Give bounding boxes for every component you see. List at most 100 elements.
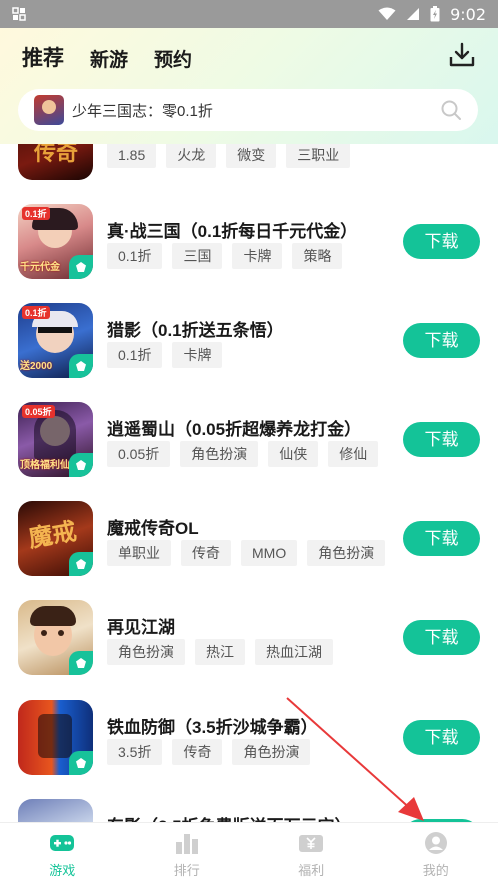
game-title: 逍遥蜀山（0.05折超爆养龙打金）	[107, 420, 362, 439]
list-item[interactable]: 传奇 1.85 火龙 微变 三职业 下载	[0, 144, 498, 205]
game-icon: 0.1折 千元代金	[18, 204, 93, 279]
download-button[interactable]: 下载	[403, 620, 480, 655]
tab-new-games[interactable]: 新游	[90, 45, 128, 72]
search-game-thumbnail	[34, 95, 64, 125]
game-tag: 角色扮演	[232, 739, 311, 765]
game-tags: 0.1折 卡牌	[107, 342, 223, 368]
sword-badge-icon	[69, 354, 93, 378]
game-tag: 传奇	[181, 540, 231, 566]
wifi-icon	[378, 7, 396, 20]
download-button[interactable]: 下载	[403, 521, 480, 556]
download-icon[interactable]	[448, 41, 476, 69]
game-icon: 0.05折 顶格福利仙侠	[18, 402, 93, 477]
game-tag: MMO	[241, 540, 298, 566]
app-grid-icon	[12, 7, 26, 21]
game-title: 魔戒传奇OL	[107, 519, 199, 538]
game-tag: 0.1折	[107, 342, 163, 368]
download-button[interactable]: 下载	[403, 224, 480, 259]
game-tag: 热血江湖	[255, 639, 333, 665]
game-title: 再见江湖	[107, 618, 175, 637]
ranking-icon	[175, 834, 198, 854]
game-tag: 仙侠	[268, 441, 319, 467]
game-tag: 卡牌	[172, 342, 223, 368]
game-icon	[18, 700, 93, 775]
game-tag: 角色扮演	[180, 441, 259, 467]
nav-label: 游戏	[49, 863, 76, 878]
game-tag: 三国	[172, 243, 223, 269]
nav-label: 福利	[298, 863, 325, 878]
game-tags: 单职业 传奇 MMO 角色扮演	[107, 540, 386, 566]
game-tag: 0.1折	[107, 243, 163, 269]
game-title: 铁血防御（3.5折沙城争霸）	[107, 718, 318, 737]
search-icon[interactable]	[440, 99, 462, 121]
game-tag: 角色扮演	[107, 639, 185, 665]
list-item[interactable]: 0.05折 顶格福利仙侠 逍遥蜀山（0.05折超爆养龙打金） 0.05折 角色扮…	[0, 402, 498, 502]
icon-caption: 送2000	[20, 361, 53, 372]
game-tag: 卡牌	[232, 243, 283, 269]
game-tags: 0.05折 角色扮演 仙侠 修仙	[107, 441, 379, 467]
nav-label: 我的	[422, 863, 449, 878]
sword-badge-icon	[69, 552, 93, 576]
game-tag: 角色扮演	[307, 540, 386, 566]
list-item[interactable]: 魔戒 魔戒传奇OL 单职业 传奇 MMO 角色扮演 下载	[0, 501, 498, 601]
sword-badge-icon	[69, 255, 93, 279]
game-tags: 角色扮演 热江 热血江湖	[107, 639, 333, 665]
search-bar[interactable]: 少年三国志：零0.1折	[18, 89, 478, 131]
game-icon	[18, 600, 93, 675]
game-tags: 3.5折 传奇 角色扮演	[107, 739, 311, 765]
tab-reservations[interactable]: 预约	[154, 45, 192, 72]
profile-icon	[424, 832, 447, 854]
sword-badge-icon	[69, 651, 93, 675]
icon-caption: 千元代金	[20, 262, 60, 273]
game-icon: 0.1折 送2000	[18, 303, 93, 378]
download-button[interactable]: 下载	[403, 323, 480, 358]
welfare-icon	[299, 835, 324, 852]
sword-badge-icon	[69, 751, 93, 775]
download-button[interactable]: 下载	[403, 720, 480, 755]
game-tag: 0.05折	[107, 441, 171, 467]
sword-badge-icon	[69, 453, 93, 477]
header: 推荐 新游 预约 少年三国志：零0.1折	[0, 28, 498, 144]
status-time: 9:02	[450, 4, 486, 24]
game-icon: 传奇	[18, 144, 93, 180]
list-item[interactable]: 0.1折 送2000 猎影（0.1折送五条悟） 0.1折 卡牌 下载	[0, 303, 498, 403]
nav-label: 排行	[173, 863, 200, 878]
game-tag: 策略	[292, 243, 343, 269]
list-item[interactable]: 0.1折 千元代金 真·战三国（0.1折每日千元代金） 0.1折 三国 卡牌 策…	[0, 204, 498, 304]
game-tag: 修仙	[328, 441, 379, 467]
nav-ranking[interactable]: 排行	[125, 823, 250, 885]
tab-recommended[interactable]: 推荐	[22, 42, 64, 72]
icon-badge: 0.1折	[22, 207, 50, 220]
game-tag: 单职业	[107, 540, 171, 566]
icon-badge: 0.1折	[22, 306, 50, 319]
game-tag: 火龙	[166, 144, 217, 168]
game-tag: 三职业	[286, 144, 351, 168]
signal-icon	[407, 8, 420, 20]
nav-welfare[interactable]: 福利	[249, 823, 374, 885]
game-tag: 传奇	[172, 739, 223, 765]
game-list: 传奇 1.85 火龙 微变 三职业 下载 0.1折 千元代金 真·战三国（0.1…	[0, 144, 498, 822]
gamepad-icon	[50, 835, 75, 851]
game-tag: 3.5折	[107, 739, 163, 765]
game-tag: 1.85	[107, 144, 157, 168]
nav-profile[interactable]: 我的	[374, 823, 498, 885]
game-tag: 微变	[226, 144, 277, 168]
game-tags: 0.1折 三国 卡牌 策略	[107, 243, 343, 269]
download-button[interactable]: 下载	[403, 422, 480, 457]
search-suggestion-text: 少年三国志：零0.1折	[72, 102, 213, 120]
game-icon: 魔戒	[18, 501, 93, 576]
icon-badge: 0.05折	[22, 405, 55, 418]
list-item[interactable]: 铁血防御（3.5折沙城争霸） 3.5折 传奇 角色扮演 下载	[0, 700, 498, 800]
top-tabs: 推荐 新游 预约	[22, 42, 192, 72]
battery-icon	[430, 6, 440, 22]
game-title: 真·战三国（0.1折每日千元代金）	[107, 222, 358, 241]
game-tags: 1.85 火龙 微变 三职业	[107, 144, 351, 168]
game-title: 猎影（0.1折送五条悟）	[107, 321, 284, 340]
list-item[interactable]: 东影（2.5折免费版送百万元宝） 下载	[0, 799, 498, 822]
list-item[interactable]: 再见江湖 角色扮演 热江 热血江湖 下载	[0, 600, 498, 700]
game-tag: 热江	[195, 639, 245, 665]
bottom-nav: 游戏 排行 福利 我的	[0, 822, 498, 885]
game-icon	[18, 799, 93, 822]
status-bar: 9:02	[0, 0, 498, 28]
nav-games[interactable]: 游戏	[0, 823, 125, 885]
